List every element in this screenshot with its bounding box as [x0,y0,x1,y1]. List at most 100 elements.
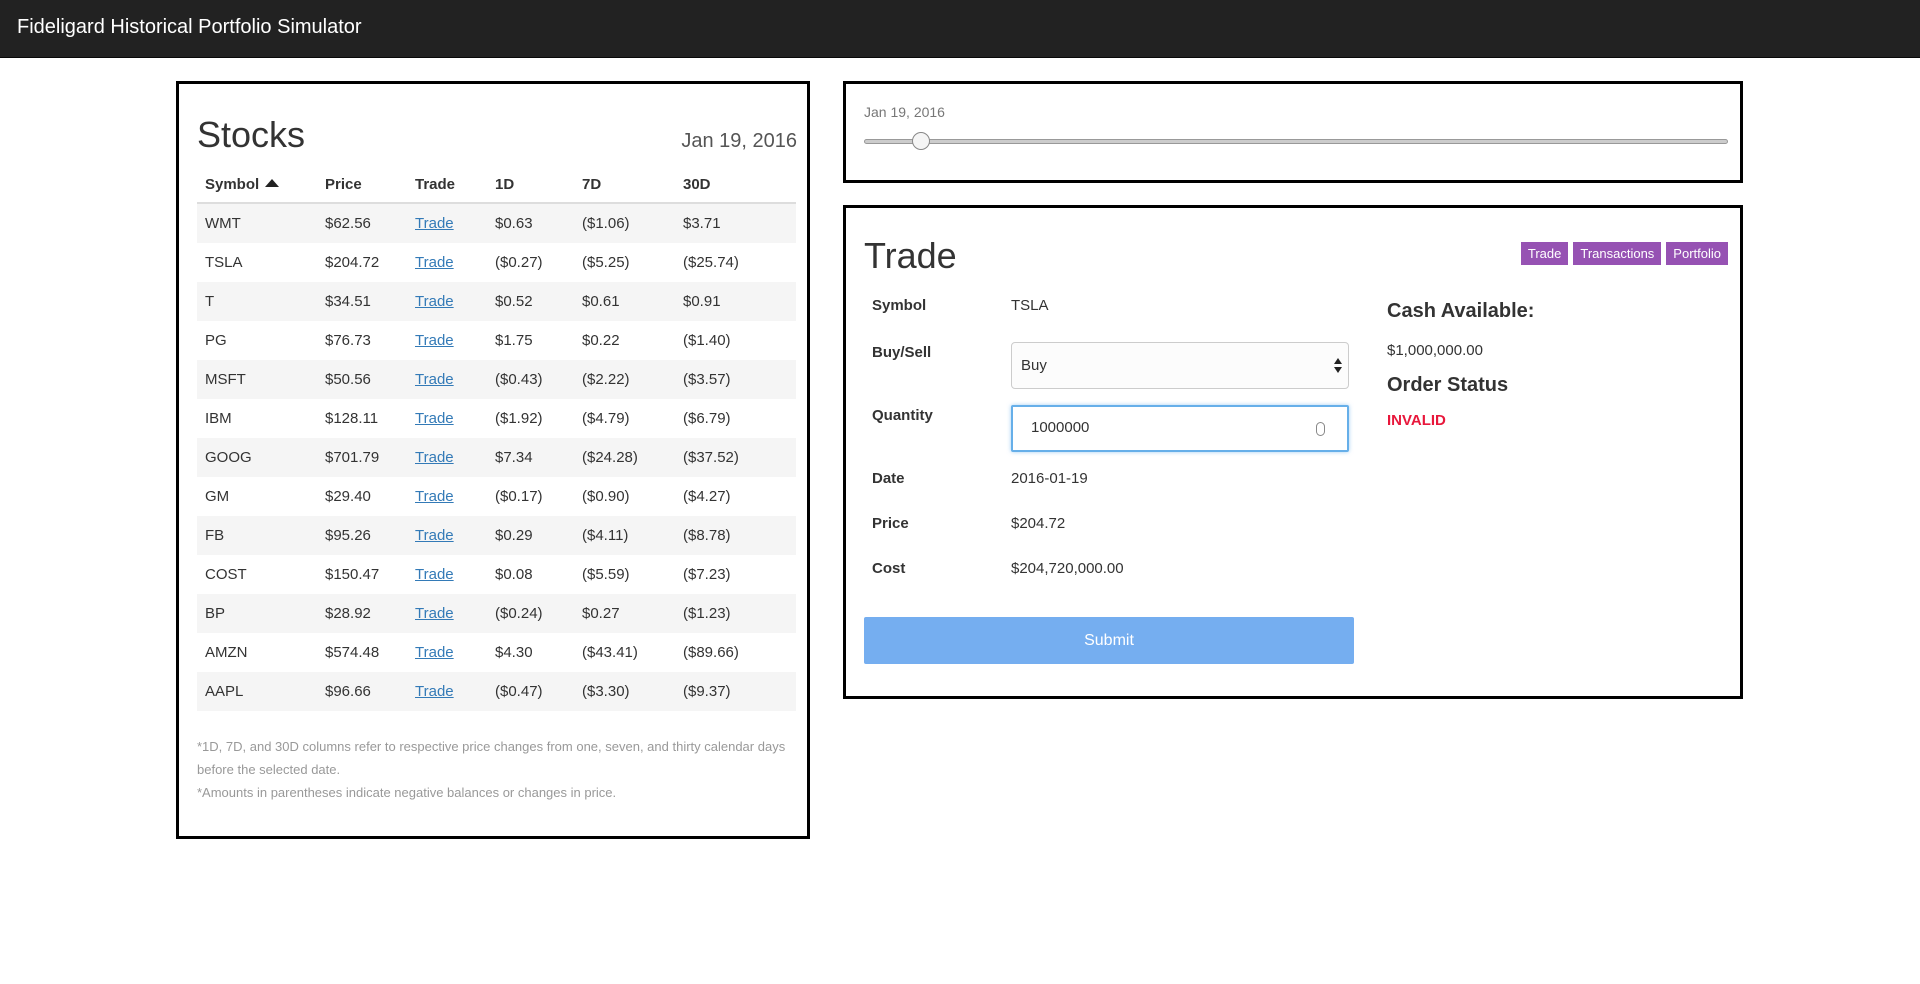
view-tabs: Trade Transactions Portfolio [1520,242,1728,265]
table-notes: *1D, 7D, and 30D columns refer to respec… [197,735,797,804]
tab-transactions[interactable]: Transactions [1573,242,1662,265]
cash-available-value: $1,000,000.00 [1387,342,1483,359]
note-parentheses: *Amounts in parentheses indicate negativ… [197,785,617,800]
trade-link[interactable]: Trade [415,449,454,466]
trade-link[interactable]: Trade [415,605,454,622]
number-spinner-icon[interactable] [1316,422,1325,436]
cell-trade: Trade [407,438,487,477]
cell-trade: Trade [407,282,487,321]
cell-d7: ($5.59) [582,566,630,583]
buysell-label: Buy/Sell [872,344,932,361]
cell-d1: ($0.27) [495,254,543,271]
cell-price: $29.40 [325,488,371,505]
cell-d30: ($6.79) [683,410,731,427]
cell-price: $96.66 [317,672,407,711]
trade-link[interactable]: Trade [415,566,454,583]
symbol-value: TSLA [1011,297,1049,314]
cell-trade: Trade [407,399,487,438]
cell-trade: Trade [407,555,487,594]
cell-d7: ($5.25) [582,254,630,271]
cell-d30: ($1.23) [675,594,796,633]
cost-value: $204,720,000.00 [1011,560,1124,577]
table-row: AMZN $574.48 Trade $4.30 ($43.41) ($89.66) [197,633,796,672]
price-label: Price [872,515,909,532]
trade-link[interactable]: Trade [415,332,454,349]
cell-price: $28.92 [317,594,407,633]
table-row: T $34.51 Trade $0.52 $0.61 $0.91 [197,282,796,321]
trade-link[interactable]: Trade [415,371,454,388]
cell-price: $50.56 [317,360,407,399]
top-navbar: Fideligard Historical Portfolio Simulato… [0,0,1920,58]
buysell-selected-value: Buy [1021,357,1047,374]
order-status-title: Order Status [1387,374,1509,396]
cell-symbol: PG [205,332,227,349]
column-header-30d[interactable]: 30D [675,166,796,204]
cell-d7: ($43.41) [582,644,638,661]
quantity-field[interactable] [1011,405,1349,452]
cell-symbol: TSLA [205,254,243,271]
tab-portfolio[interactable]: Portfolio [1666,242,1728,265]
cell-d30: ($8.78) [675,516,796,555]
trade-link[interactable]: Trade [415,254,454,271]
app-title[interactable]: Fideligard Historical Portfolio Simulato… [17,16,362,39]
trade-link[interactable]: Trade [415,293,454,310]
date-label: Date [872,470,905,487]
trade-link[interactable]: Trade [415,527,454,544]
cell-trade: Trade [407,203,487,243]
cell-d1: ($0.24) [487,594,574,633]
cell-d30: ($1.40) [683,332,731,349]
trade-heading: Trade [864,235,957,276]
column-header-1d[interactable]: 1D [487,166,574,204]
buysell-select[interactable]: Buy [1011,342,1349,389]
date-slider-track[interactable] [864,139,1728,144]
cell-d7: ($4.79) [582,410,630,427]
note-columns: *1D, 7D, and 30D columns refer to respec… [197,739,786,777]
column-header-7d[interactable]: 7D [574,166,675,204]
cell-price: $574.48 [325,644,380,661]
cell-d1: $1.75 [495,332,533,349]
cash-available-title: Cash Available: [1387,300,1535,322]
trade-link[interactable]: Trade [415,215,454,232]
table-row: GM $29.40 Trade ($0.17) ($0.90) ($4.27) [197,477,796,516]
trade-link[interactable]: Trade [415,644,454,661]
cell-d30: ($25.74) [683,254,739,271]
cell-trade: Trade [407,633,487,672]
stocks-date: Jan 19, 2016 [681,130,797,152]
cell-d30: ($7.23) [683,566,731,583]
cell-trade: Trade [407,243,487,282]
cell-symbol: WMT [197,203,317,243]
cell-trade: Trade [407,477,487,516]
table-row: GOOG $701.79 Trade $7.34 ($24.28) ($37.52) [197,438,796,477]
cell-d1: $0.08 [495,566,533,583]
cell-d1: $0.29 [487,516,574,555]
column-header-trade: Trade [407,166,487,204]
cell-trade: Trade [407,516,487,555]
cell-symbol: AMZN [205,644,248,661]
column-header-symbol[interactable]: Symbol [197,166,317,204]
trade-link[interactable]: Trade [415,488,454,505]
cell-price: $128.11 [325,410,379,427]
table-row: COST $150.47 Trade $0.08 ($5.59) ($7.23) [197,555,796,594]
trade-link[interactable]: Trade [415,410,454,427]
cell-d30: $0.91 [675,282,796,321]
cell-price: $204.72 [325,254,380,271]
trade-panel: Trade Trade Transactions Portfolio Symbo… [843,205,1743,699]
cell-symbol: COST [205,566,247,583]
cell-trade: Trade [407,321,487,360]
trade-link[interactable]: Trade [415,683,454,700]
column-header-price[interactable]: Price [317,166,407,204]
cell-d1: ($0.17) [495,488,543,505]
date-slider-handle[interactable] [912,132,931,150]
cell-trade: Trade [407,672,487,711]
select-arrows-icon [1334,358,1342,374]
cell-trade: Trade [407,594,487,633]
table-row: MSFT $50.56 Trade ($0.43) ($2.22) ($3.57) [197,360,796,399]
date-value: 2016-01-19 [1011,470,1088,487]
date-slider-panel: Jan 19, 2016 [843,81,1743,183]
submit-button[interactable]: Submit [864,617,1354,664]
cell-price: $701.79 [317,438,407,477]
cell-d1: ($1.92) [495,410,543,427]
quantity-input[interactable] [1031,419,1291,436]
cell-price: $34.51 [317,282,407,321]
tab-trade[interactable]: Trade [1520,242,1569,265]
